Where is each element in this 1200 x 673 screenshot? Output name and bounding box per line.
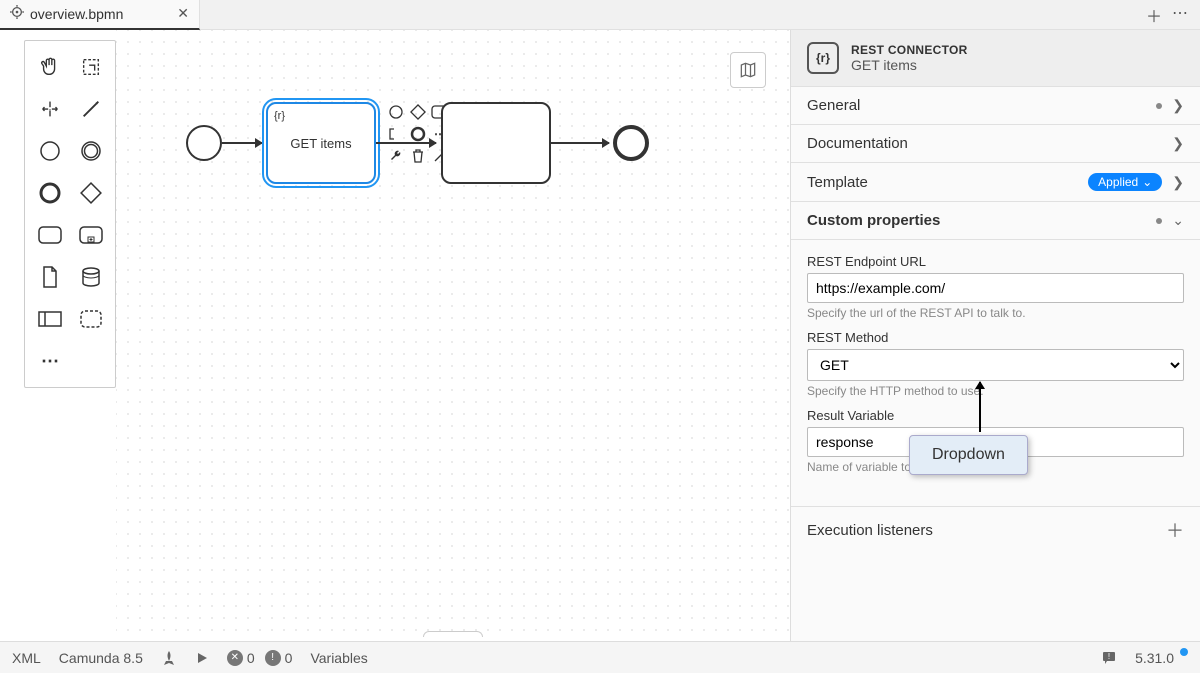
endpoint-hint: Specify the url of the REST API to talk …: [807, 306, 1184, 320]
group-tool[interactable]: [72, 299, 109, 339]
svg-text:!: !: [1108, 652, 1110, 661]
camunda-version[interactable]: Camunda 8.5: [59, 650, 143, 666]
panel-subtitle: GET items: [851, 57, 968, 73]
wrench-icon[interactable]: [386, 146, 406, 166]
chevron-right-icon: ❯: [1172, 97, 1184, 114]
panel-header: {r} REST CONNECTOR GET items: [791, 30, 1200, 86]
main-area: ⋯ {r} GET items ⋯: [0, 30, 1200, 641]
panel-title: REST CONNECTOR: [851, 43, 968, 57]
rest-connector-icon: {r}: [274, 110, 285, 122]
error-icon: ✕: [227, 650, 243, 666]
method-select[interactable]: GET: [807, 349, 1184, 381]
file-tab[interactable]: overview.bpmn ✕: [0, 0, 200, 30]
chevron-right-icon: ❯: [1172, 135, 1184, 152]
subprocess-tool[interactable]: [72, 215, 109, 255]
callout-arrow: [979, 382, 981, 432]
endpoint-label: REST Endpoint URL: [807, 254, 1184, 269]
end-event-tool[interactable]: [31, 173, 68, 213]
new-tab-icon[interactable]: ＋: [1146, 3, 1162, 27]
warning-icon: !: [265, 650, 281, 666]
method-label: REST Method: [807, 330, 1184, 345]
annotation[interactable]: [386, 124, 406, 144]
lasso-tool[interactable]: [72, 47, 109, 87]
task-tool[interactable]: [31, 215, 68, 255]
hand-tool[interactable]: [31, 47, 68, 87]
delete-icon[interactable]: [408, 146, 428, 166]
minimap-toggle[interactable]: [730, 52, 766, 88]
applied-badge[interactable]: Applied ⌄: [1088, 173, 1162, 191]
plus-icon[interactable]: ＋: [1166, 517, 1184, 543]
result-label: Result Variable: [807, 408, 1184, 423]
bpmn-start-event[interactable]: [186, 125, 222, 161]
update-dot: [1180, 648, 1188, 656]
feedback-icon[interactable]: !: [1101, 650, 1117, 666]
bpmn-canvas[interactable]: {r} GET items ⋯: [116, 30, 790, 641]
task-label: GET items: [290, 136, 351, 151]
connect-tool[interactable]: [72, 89, 109, 129]
more-tools[interactable]: ⋯: [31, 341, 109, 381]
run-icon[interactable]: [195, 651, 209, 665]
method-hint: Specify the HTTP method to use.: [807, 384, 1184, 398]
section-template[interactable]: Template Applied ⌄ ❯: [791, 162, 1200, 201]
more-icon[interactable]: ⋯: [1172, 3, 1188, 27]
tab-bar-actions: ＋ ⋯: [1146, 3, 1200, 27]
bpmn-end-event[interactable]: [613, 125, 649, 161]
append-end-event[interactable]: [408, 124, 428, 144]
section-execution-listeners[interactable]: Execution listeners ＋: [791, 506, 1200, 553]
variables-button[interactable]: Variables: [310, 650, 367, 666]
data-object-tool[interactable]: [31, 257, 68, 297]
tab-label: overview.bpmn: [30, 6, 123, 22]
bpmn-sequence-flow[interactable]: [551, 142, 609, 144]
xml-toggle[interactable]: XML: [12, 650, 41, 666]
dot-indicator: [1156, 218, 1162, 224]
section-general[interactable]: General ❯: [791, 86, 1200, 124]
pool-tool[interactable]: [31, 299, 68, 339]
bpmn-task[interactable]: [441, 102, 551, 184]
chevron-down-icon: ⌄: [1172, 212, 1184, 229]
bpmn-sequence-flow[interactable]: [222, 142, 262, 144]
endpoint-input[interactable]: [807, 273, 1184, 303]
start-event-tool[interactable]: [31, 131, 68, 171]
gateway-tool[interactable]: [72, 173, 109, 213]
version-label[interactable]: 5.31.0: [1135, 650, 1188, 666]
append-gateway[interactable]: [408, 102, 428, 122]
tool-palette: ⋯: [24, 40, 116, 388]
append-start-event[interactable]: [386, 102, 406, 122]
intermediate-event-tool[interactable]: [72, 131, 109, 171]
bpmn-sequence-flow[interactable]: [376, 142, 436, 144]
callout-box: Dropdown: [909, 435, 1028, 475]
section-documentation[interactable]: Documentation ❯: [791, 124, 1200, 162]
rest-connector-icon: {r}: [807, 42, 839, 74]
chevron-down-icon: ⌄: [1142, 175, 1152, 189]
data-store-tool[interactable]: [72, 257, 109, 297]
deploy-icon[interactable]: [161, 650, 177, 666]
status-bar: XML Camunda 8.5 ✕0 !0 Variables ! 5.31.0: [0, 641, 1200, 673]
properties-panel: {r} REST CONNECTOR GET items General ❯ D…: [790, 30, 1200, 641]
custom-properties-body: REST Endpoint URL Specify the url of the…: [791, 239, 1200, 486]
bpmn-task-selected[interactable]: {r} GET items: [266, 102, 376, 184]
bpmn-file-icon: [10, 5, 24, 22]
chevron-right-icon: ❯: [1172, 174, 1184, 191]
space-tool[interactable]: [31, 89, 68, 129]
canvas-resize-handle[interactable]: [423, 631, 483, 637]
problems[interactable]: ✕0 !0: [227, 650, 293, 666]
close-tab-icon[interactable]: ✕: [177, 5, 189, 22]
section-custom-properties[interactable]: Custom properties ⌄: [791, 201, 1200, 239]
tab-bar: overview.bpmn ✕ ＋ ⋯: [0, 0, 1200, 30]
dot-indicator: [1156, 103, 1162, 109]
